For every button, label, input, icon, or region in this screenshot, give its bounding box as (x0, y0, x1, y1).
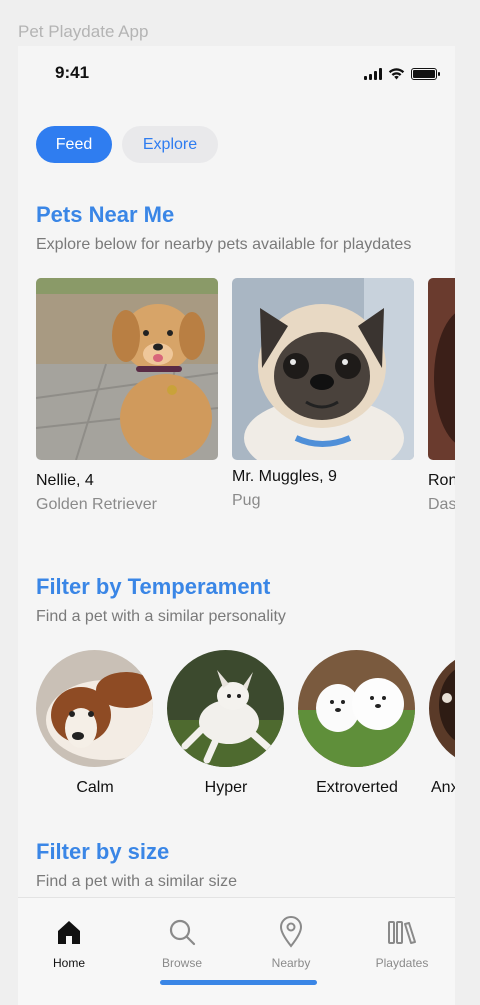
nav-home[interactable]: Home (24, 916, 114, 970)
temperament-carousel[interactable]: Calm Hyper Extroverted Anx (36, 650, 455, 810)
library-icon (357, 916, 447, 948)
nav-nearby[interactable]: Nearby (246, 916, 336, 970)
nav-playdates[interactable]: Playdates (357, 916, 447, 970)
pet-breed: Das (428, 496, 455, 513)
temperament-title: Filter by Temperament (36, 574, 271, 599)
pet-card-ron[interactable]: Ron Das (428, 278, 455, 514)
anxious-dog-photo (429, 650, 455, 767)
temperament-label: Anx (431, 779, 455, 796)
explore-tab[interactable]: Explore (122, 126, 218, 163)
pet-breed: Pug (232, 492, 261, 509)
temperament-extroverted[interactable]: Extroverted (298, 650, 416, 797)
wifi-icon (388, 68, 405, 80)
temperament-anxious[interactable]: Anx (429, 650, 455, 797)
pug-photo (232, 278, 414, 460)
cellular-signal-icon (364, 68, 382, 80)
nav-label: Playdates (375, 956, 429, 970)
status-bar: 9:41 (18, 46, 455, 100)
saint-bernard-photo (36, 650, 153, 767)
status-icons (364, 66, 440, 80)
nav-label: Browse (161, 956, 202, 970)
size-filter-title: Filter by size (36, 839, 170, 864)
size-filter-subtitle: Find a pet with a similar size (36, 873, 237, 890)
pet-breed: Golden Retriever (36, 496, 157, 513)
nav-label: Nearby (271, 956, 311, 970)
feed-explore-toggle: Feed Explore (36, 126, 218, 163)
temperament-hyper[interactable]: Hyper (167, 650, 285, 797)
pets-near-me-subtitle: Explore below for nearby pets available … (36, 236, 412, 253)
jack-russell-running-photo (167, 650, 284, 767)
home-icon (24, 916, 114, 948)
temperament-label: Calm (76, 779, 114, 796)
bottom-navigation: Home Browse Nearby Playdates (18, 897, 455, 1005)
pet-name: Ron (428, 472, 455, 489)
temperament-subtitle: Find a pet with a similar personality (36, 608, 286, 625)
search-icon (137, 916, 227, 948)
pet-card-mr-muggles[interactable]: Mr. Muggles, 9 Pug (232, 278, 414, 510)
nav-browse[interactable]: Browse (137, 916, 227, 970)
dachshund-photo (428, 278, 455, 460)
battery-icon (411, 68, 440, 80)
temperament-label: Extroverted (316, 779, 398, 796)
samoyed-puppies-photo (298, 650, 415, 767)
status-time: 9:41 (55, 63, 90, 82)
pets-near-me-title: Pets Near Me (36, 202, 175, 227)
golden-retriever-puppy-photo (36, 278, 218, 460)
pets-carousel[interactable]: Nellie, 4 Golden Retriever Mr. Muggles, … (36, 278, 455, 518)
pet-card-nellie[interactable]: Nellie, 4 Golden Retriever (36, 278, 218, 514)
nav-label: Home (52, 956, 85, 970)
temperament-calm[interactable]: Calm (36, 650, 154, 797)
app-caption: Pet Playdate App (18, 22, 149, 41)
pet-name: Nellie, 4 (36, 472, 94, 489)
location-pin-icon (246, 916, 336, 948)
home-indicator[interactable] (160, 980, 317, 985)
phone-screen: 9:41 Feed Explore Pets Near Me Explore b… (18, 46, 455, 1005)
pet-name: Mr. Muggles, 9 (232, 468, 337, 485)
temperament-label: Hyper (204, 779, 248, 796)
feed-tab[interactable]: Feed (36, 126, 112, 163)
